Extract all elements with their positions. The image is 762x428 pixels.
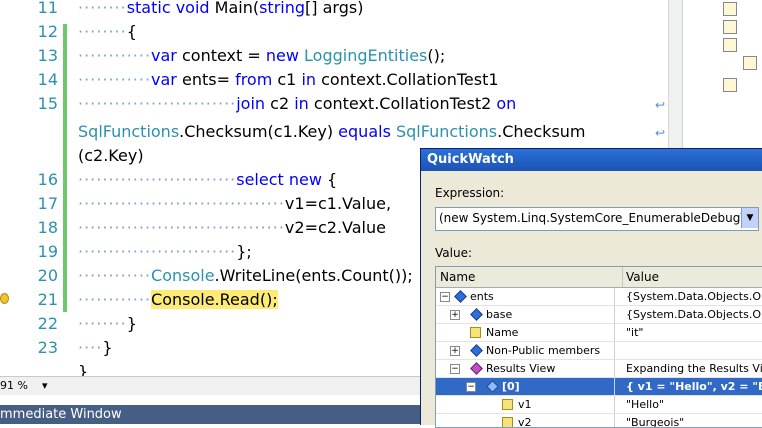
property-icon xyxy=(502,417,513,427)
table-row[interactable]: v2 "Burgeois" xyxy=(436,414,762,427)
expand-icon[interactable]: + xyxy=(450,346,460,356)
results-view-icon xyxy=(470,362,483,375)
quickwatch-dialog: QuickWatch Expression: (new System.Linq.… xyxy=(420,148,762,428)
object-icon xyxy=(486,380,499,393)
line-number: 13 xyxy=(37,46,58,65)
object-icon xyxy=(470,344,483,357)
value-column-header[interactable]: Value xyxy=(622,267,762,287)
watch-grid[interactable]: Name Value − ents {System.Data.Objects.O… xyxy=(435,266,762,428)
line-number: 20 xyxy=(37,266,58,285)
folder-icon[interactable] xyxy=(723,38,737,52)
immediate-window-title: mmediate Window xyxy=(0,407,122,422)
table-row[interactable]: Name "it" xyxy=(436,324,762,342)
expand-icon[interactable]: + xyxy=(450,310,460,320)
file-icon[interactable] xyxy=(723,78,737,92)
solution-explorer-panel xyxy=(682,0,762,150)
line-number: 11 xyxy=(37,0,58,17)
editor-status-bar: 91 % ▾ xyxy=(0,376,420,395)
current-statement-marker xyxy=(0,293,9,304)
expression-combobox[interactable]: (new System.Linq.SystemCore_EnumerableDe… xyxy=(435,207,759,231)
object-icon xyxy=(454,290,467,303)
word-wrap-icon: ↩ xyxy=(655,126,666,140)
collapse-icon[interactable]: − xyxy=(466,382,476,392)
dialog-title: QuickWatch xyxy=(427,152,514,167)
table-row[interactable]: − ents {System.Data.Objects.ObjectQuery} xyxy=(436,288,762,306)
line-number: 12 xyxy=(37,22,58,41)
line-number: 22 xyxy=(37,314,58,333)
code-line-15-wrap-1: SqlFunctions.Checksum(c1.Key) equals Sql… xyxy=(78,122,586,141)
grid-header: Name Value xyxy=(436,267,762,288)
table-row[interactable]: + base {System.Data.Objects.ObjectQuery} xyxy=(436,306,762,324)
file-icon[interactable] xyxy=(723,2,737,16)
chevron-down-icon[interactable]: ▼ xyxy=(741,208,758,228)
name-column-header[interactable]: Name xyxy=(436,267,623,287)
current-statement-highlight: Console.Read(); xyxy=(151,290,278,309)
collapse-icon[interactable]: − xyxy=(450,364,460,374)
object-icon xyxy=(470,308,483,321)
immediate-window-tab[interactable]: mmediate Window xyxy=(0,405,420,424)
expression-label: Expression: xyxy=(435,186,505,200)
line-number: 23 xyxy=(37,338,58,357)
line-number: 15 xyxy=(37,94,58,113)
value-label: Value: xyxy=(435,246,472,260)
zoom-dropdown[interactable]: 91 % ▾ xyxy=(0,377,54,393)
chevron-down-icon: ▾ xyxy=(42,379,48,392)
line-number: 14 xyxy=(37,70,58,89)
line-number: 19 xyxy=(37,242,58,261)
code-line-13: ············var context = new LoggingEnt… xyxy=(78,46,446,65)
code-line-11: ········static void Main(string[] args) xyxy=(78,0,364,17)
file-icon[interactable] xyxy=(743,56,757,70)
line-number: 17 xyxy=(37,194,58,213)
collapse-icon[interactable]: − xyxy=(440,292,450,302)
property-icon xyxy=(502,399,513,410)
file-icon[interactable] xyxy=(723,20,737,34)
change-margin xyxy=(63,24,67,312)
line-number: 18 xyxy=(37,218,58,237)
quickwatch-title-bar[interactable]: QuickWatch xyxy=(421,149,762,171)
code-line-15: ··························join c2 in con… xyxy=(78,94,517,113)
line-number: 16 xyxy=(37,170,58,189)
table-row[interactable]: + Non-Public members xyxy=(436,342,762,360)
property-icon xyxy=(470,327,481,338)
code-line-14: ············var ents= from c1 in context… xyxy=(78,70,499,89)
code-line-12: ········{ xyxy=(78,22,137,41)
table-row-selected[interactable]: − [0] { v1 = "Hello", v2 = "Burgeois" } xyxy=(436,378,762,396)
zoom-level: 91 % xyxy=(0,379,28,392)
table-row[interactable]: v1 "Hello" xyxy=(436,396,762,414)
word-wrap-icon: ↩ xyxy=(655,98,666,112)
table-row[interactable]: − Results View Expanding the Results Vie… xyxy=(436,360,762,378)
expression-value[interactable]: (new System.Linq.SystemCore_EnumerableDe… xyxy=(439,211,741,225)
